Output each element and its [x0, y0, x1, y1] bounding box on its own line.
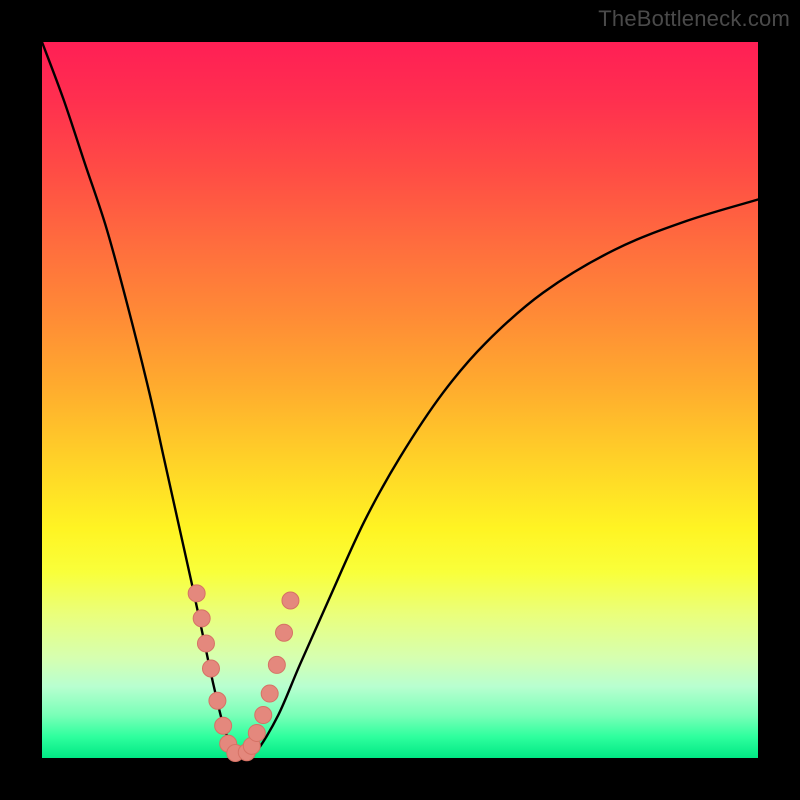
marker-dot — [282, 592, 299, 609]
marker-dot — [188, 585, 205, 602]
marker-dot — [261, 685, 278, 702]
marker-dot — [268, 656, 285, 673]
marker-dot — [193, 610, 210, 627]
marker-dot — [255, 707, 272, 724]
marker-dot — [276, 624, 293, 641]
marker-dot — [197, 635, 214, 652]
marker-dot — [248, 724, 265, 741]
watermark-text: TheBottleneck.com — [598, 6, 790, 32]
marker-group — [188, 585, 299, 762]
bottleneck-curve-path — [42, 42, 758, 755]
marker-dot — [209, 692, 226, 709]
chart-frame: TheBottleneck.com — [0, 0, 800, 800]
plot-area — [42, 42, 758, 758]
bottleneck-curve-svg — [42, 42, 758, 758]
marker-dot — [215, 717, 232, 734]
marker-dot — [202, 660, 219, 677]
